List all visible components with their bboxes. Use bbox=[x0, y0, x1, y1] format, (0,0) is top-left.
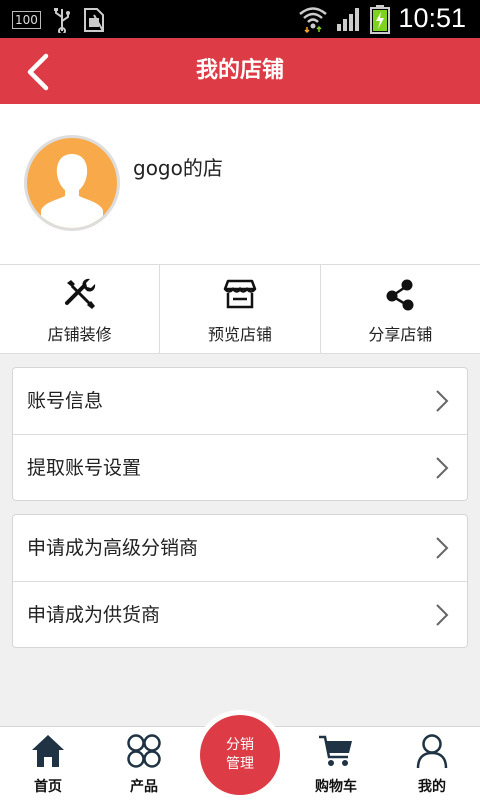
nav-label: 首页 bbox=[34, 779, 62, 795]
menu-item-apply-senior-distributor[interactable]: 申请成为高级分销商 bbox=[13, 515, 467, 581]
chevron-right-icon bbox=[436, 604, 449, 626]
status-time: 10:51 bbox=[398, 3, 466, 33]
wifi-icon bbox=[299, 6, 328, 33]
application-menu: 申请成为高级分销商 申请成为供货商 bbox=[12, 514, 468, 648]
distribution-management-button[interactable]: 分销 管理 bbox=[200, 715, 280, 795]
chevron-right-icon bbox=[436, 457, 449, 479]
action-decorate-shop[interactable]: 店铺装修 bbox=[0, 265, 161, 353]
menu-label: 账号信息 bbox=[27, 390, 104, 412]
cell-signal-icon bbox=[337, 7, 360, 31]
tools-icon bbox=[64, 278, 95, 309]
menu-item-withdrawal-settings[interactable]: 提取账号设置 bbox=[13, 434, 467, 500]
action-label: 店铺装修 bbox=[47, 325, 112, 344]
person-icon bbox=[416, 734, 448, 769]
chevron-left-icon bbox=[27, 53, 49, 91]
center-button-line2: 管理 bbox=[226, 756, 254, 772]
grid-icon bbox=[127, 734, 161, 768]
status-right-icons: 10:51 bbox=[298, 3, 466, 34]
menu-label: 申请成为高级分销商 bbox=[27, 537, 199, 559]
nav-home[interactable]: 首页 bbox=[0, 727, 96, 800]
status-bar: 100 10:51 bbox=[0, 0, 480, 38]
cart-icon bbox=[319, 735, 352, 766]
menu-item-apply-supplier[interactable]: 申请成为供货商 bbox=[13, 581, 467, 647]
menu-label: 申请成为供货商 bbox=[27, 604, 161, 626]
nav-label: 产品 bbox=[130, 779, 158, 795]
shop-profile: gogo的店 bbox=[0, 104, 480, 264]
sim-card-icon bbox=[83, 8, 104, 32]
home-icon bbox=[32, 735, 64, 767]
menu-item-account-info[interactable]: 账号信息 bbox=[13, 368, 467, 434]
back-button[interactable] bbox=[20, 52, 60, 92]
account-menu: 账号信息 提取账号设置 bbox=[12, 367, 468, 501]
nav-products[interactable]: 产品 bbox=[96, 727, 192, 800]
nav-label: 我的 bbox=[418, 779, 446, 795]
menu-label: 提取账号设置 bbox=[27, 457, 142, 479]
action-share-shop[interactable]: 分享店铺 bbox=[321, 265, 480, 353]
shop-name: gogo的店 bbox=[133, 156, 223, 180]
usb-icon bbox=[53, 8, 70, 33]
battery-level-badge: 100 bbox=[12, 11, 41, 29]
action-label: 分享店铺 bbox=[368, 325, 433, 344]
center-button-line1: 分销 bbox=[226, 737, 254, 753]
user-silhouette-icon bbox=[41, 154, 103, 228]
nav-cart[interactable]: 购物车 bbox=[288, 727, 384, 800]
action-label: 预览店铺 bbox=[207, 325, 272, 344]
nav-mine[interactable]: 我的 bbox=[384, 727, 480, 800]
battery-charging-icon bbox=[370, 4, 391, 34]
storefront-icon bbox=[223, 279, 257, 309]
status-left-icons: 100 bbox=[12, 7, 105, 33]
app-header: 我的店铺 bbox=[0, 38, 480, 104]
action-preview-shop[interactable]: 预览店铺 bbox=[160, 265, 321, 353]
share-icon bbox=[386, 279, 414, 311]
chevron-right-icon bbox=[436, 537, 449, 559]
page-title: 我的店铺 bbox=[195, 58, 284, 83]
avatar[interactable] bbox=[24, 135, 120, 231]
nav-label: 购物车 bbox=[315, 779, 357, 795]
shop-actions: 店铺装修 预览店铺 分享店铺 bbox=[0, 264, 480, 354]
chevron-right-icon bbox=[436, 390, 449, 412]
